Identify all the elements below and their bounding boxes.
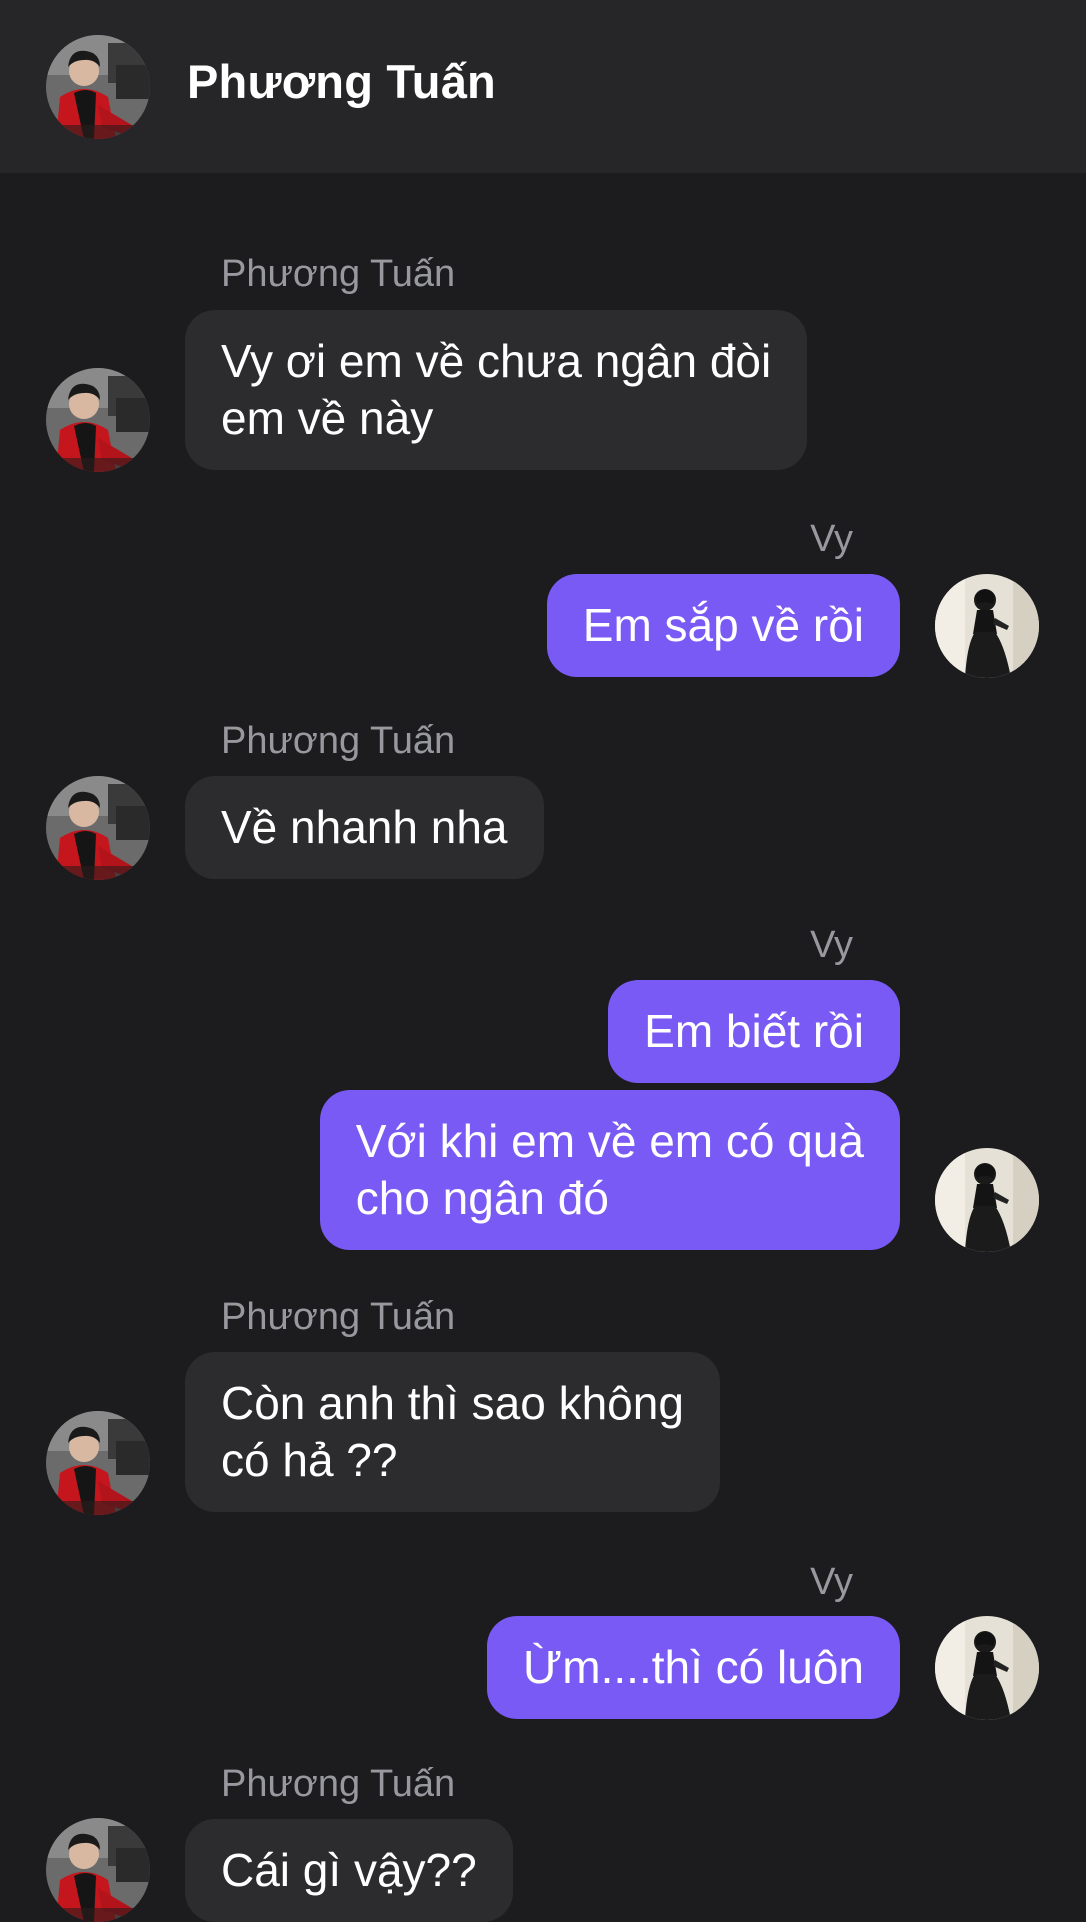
sender-name: Vy — [810, 924, 853, 966]
chat-header: Phương Tuấn — [0, 0, 1086, 173]
incoming-message-bubble[interactable]: Cái gì vậy?? — [185, 1819, 513, 1922]
contact-avatar[interactable] — [46, 776, 150, 880]
sender-name: Phương Tuấn — [221, 1296, 456, 1338]
contact-avatar[interactable] — [46, 35, 150, 139]
incoming-message-bubble[interactable]: Vy ơi em về chưa ngân đòi em về này — [185, 310, 808, 470]
user-avatar[interactable] — [935, 1616, 1039, 1720]
user-avatar[interactable] — [935, 1148, 1039, 1252]
outgoing-message-bubble[interactable]: Ừm....thì có luôn — [487, 1616, 900, 1719]
incoming-message-bubble[interactable]: Còn anh thì sao không có hả ?? — [185, 1352, 720, 1512]
incoming-message-bubble[interactable]: Về nhanh nha — [185, 776, 544, 879]
sender-name: Vy — [810, 1561, 853, 1603]
sender-name: Phương Tuấn — [221, 1763, 456, 1805]
contact-avatar[interactable] — [46, 368, 150, 472]
outgoing-message-bubble[interactable]: Em sắp về rồi — [546, 574, 900, 677]
outgoing-message-bubble[interactable]: Em biết rồi — [608, 980, 900, 1083]
sender-name: Phương Tuấn — [221, 720, 456, 762]
user-avatar[interactable] — [935, 574, 1039, 678]
outgoing-message-bubble[interactable]: Với khi em về em có quà cho ngân đó — [319, 1090, 900, 1250]
sender-name: Vy — [810, 518, 853, 560]
contact-avatar[interactable] — [46, 1818, 150, 1922]
sender-name: Phương Tuấn — [221, 253, 456, 295]
contact-avatar[interactable] — [46, 1411, 150, 1515]
contact-name-title[interactable]: Phương Tuấn — [187, 58, 496, 105]
